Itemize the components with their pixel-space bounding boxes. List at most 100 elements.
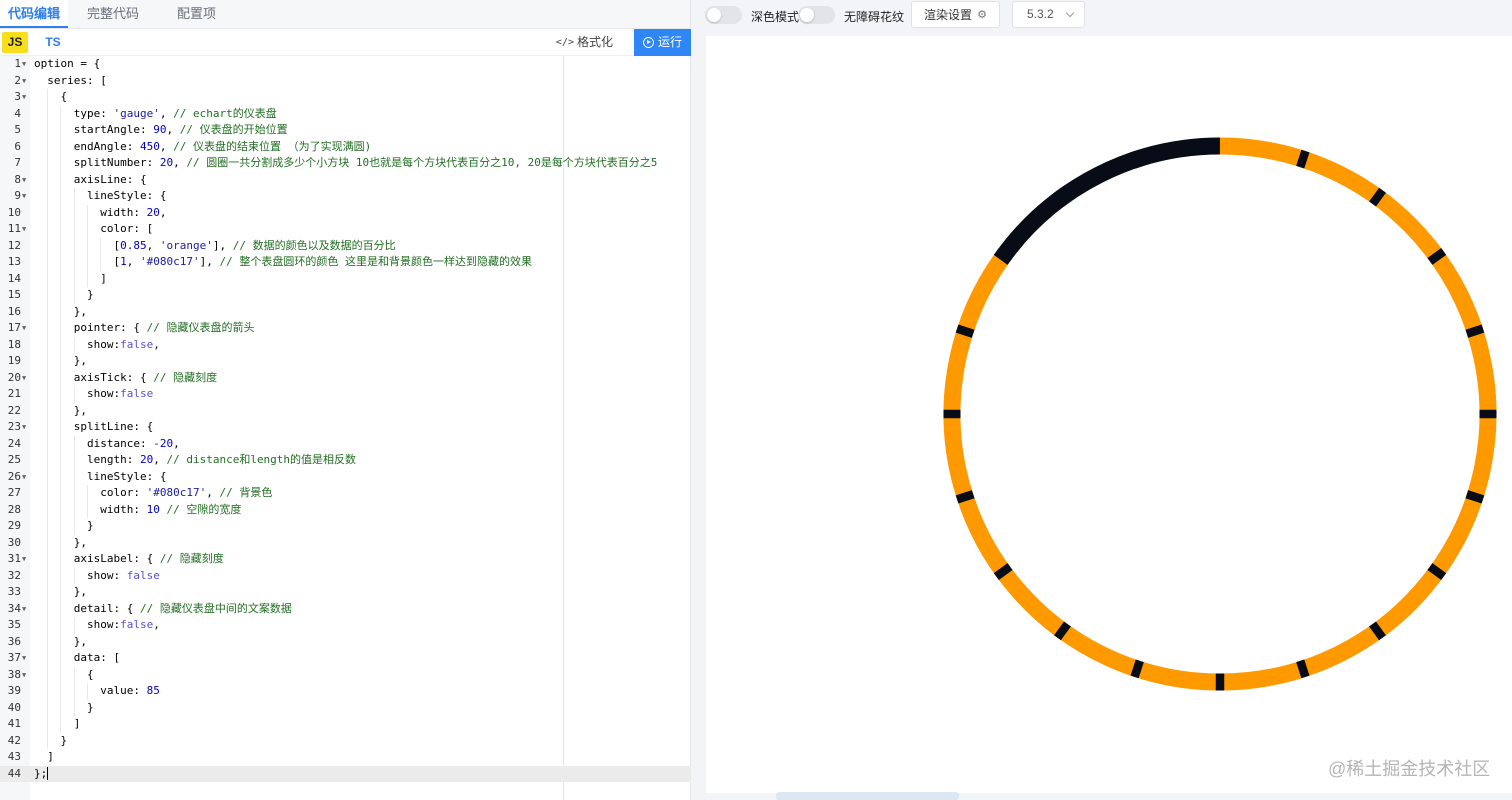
line-number: 44: [7, 766, 21, 780]
code-text: splitNumber: 20, // 圆圈一共分割成多少个小方块 10也就是每…: [34, 156, 658, 169]
code-line: 31 ▼ axisLabel: { // 隐藏刻度: [0, 551, 691, 568]
line-number: 17: [7, 321, 21, 334]
line-number: 25: [7, 453, 21, 466]
fold-toggle-icon[interactable]: ▼: [22, 172, 26, 189]
code-line: 13 [1, '#080c17'], // 整个表盘圆环的颜色 这里是和背景颜色…: [0, 254, 691, 271]
fold-toggle-icon[interactable]: ▼: [22, 667, 26, 684]
line-number: 10: [7, 205, 21, 219]
chart-canvas[interactable]: @稀土掘金技术社区: [706, 36, 1512, 793]
line-number: 9: [14, 189, 21, 202]
line-number: 37: [7, 651, 21, 664]
code-line: 19 },: [0, 353, 691, 370]
line-number: 11: [7, 222, 21, 235]
code-text: width: 10 // 空隙的宽度: [34, 502, 242, 516]
line-number: 13: [7, 255, 21, 268]
code-line: 21 show:false: [0, 386, 691, 403]
code-text: },: [34, 634, 87, 648]
line-number: 15: [7, 288, 21, 301]
gauge-split-line: [1465, 490, 1485, 504]
code-line: 43 ]: [0, 749, 691, 766]
accessible-pattern-toggle[interactable]: [798, 6, 835, 24]
code-text: {: [34, 90, 68, 103]
line-number: 14: [7, 271, 21, 285]
line-number: 29: [7, 519, 21, 532]
tab-full-code[interactable]: 完整代码: [68, 0, 158, 28]
fold-toggle-icon[interactable]: ▼: [22, 370, 26, 387]
gauge-split-line: [1130, 149, 1144, 169]
fold-toggle-icon[interactable]: ▼: [22, 419, 26, 436]
code-line: 14 ]: [0, 270, 691, 287]
code-line: 8 ▼ axisLine: {: [0, 171, 691, 189]
lang-js-button[interactable]: JS: [2, 32, 28, 53]
code-line: 17 ▼ pointer: { // 隐藏仪表盘的箭头: [0, 320, 691, 337]
horizontal-scrollbar[interactable]: [776, 792, 959, 800]
tab-config[interactable]: 配置项: [158, 0, 235, 28]
gauge-split-line: [1130, 659, 1144, 679]
code-text: }: [34, 733, 68, 747]
code-line: 6 endAngle: 450, // 仪表盘的结束位置 （为了实现满圆): [0, 138, 691, 155]
version-select[interactable]: 5.3.2: [1012, 1, 1085, 28]
fold-toggle-icon[interactable]: ▼: [22, 221, 26, 238]
line-number: 6: [14, 139, 21, 153]
code-text: axisTick: { // 隐藏刻度: [34, 370, 218, 384]
fold-toggle-icon[interactable]: ▼: [22, 188, 26, 205]
render-settings-button[interactable]: 渲染设置 ⚙: [911, 1, 1000, 28]
render-settings-label: 渲染设置: [924, 8, 973, 22]
line-number: 42: [7, 733, 21, 747]
fold-toggle-icon[interactable]: ▼: [22, 89, 26, 106]
format-label: 格式化: [576, 35, 613, 49]
play-icon: [642, 37, 654, 48]
text-caret: [47, 767, 49, 780]
line-number: 16: [7, 304, 21, 318]
code-line: 10 width: 20,: [0, 204, 691, 221]
lang-ts-button[interactable]: TS: [39, 32, 67, 53]
tab-code-edit[interactable]: 代码编辑: [0, 0, 69, 28]
code-text: width: 20,: [34, 205, 167, 219]
fold-toggle-icon[interactable]: ▼: [22, 650, 26, 667]
gauge-split-line: [955, 490, 975, 504]
code-editor[interactable]: 1 ▼ option = {2 ▼ series: [3 ▼ {4 type: 'gau…: [0, 56, 691, 800]
code-text: [0.85, 'orange'], // 数据的颜色以及数据的百分比: [34, 238, 396, 252]
code-text: lineStyle: {: [34, 189, 167, 202]
line-number: 43: [7, 750, 21, 763]
fold-toggle-icon[interactable]: ▼: [22, 73, 26, 90]
code-line: 24 distance: -20,: [0, 435, 691, 452]
code-line: 42 }: [0, 732, 691, 749]
line-number: 27: [7, 486, 21, 499]
dark-mode-toggle[interactable]: [705, 6, 742, 24]
preview-toolbar: 深色模式 无障碍花纹 渲染设置 ⚙ 5.3.2: [692, 0, 1512, 30]
fold-toggle-icon[interactable]: ▼: [22, 601, 26, 618]
code-text: }: [34, 700, 94, 714]
line-number: 36: [7, 634, 21, 648]
code-text: lineStyle: {: [34, 469, 167, 483]
code-text: series: [: [34, 73, 107, 87]
gauge-remainder-arc: [996, 137, 1220, 262]
run-button[interactable]: 运行: [634, 29, 691, 56]
line-number: 31: [7, 552, 21, 565]
code-text: },: [34, 354, 87, 367]
line-number: 33: [7, 585, 21, 598]
line-number: 1: [14, 57, 21, 70]
code-icon: </>: [555, 37, 574, 48]
code-line: 4 type: 'gauge', // echart的仪表盘: [0, 105, 691, 122]
code-line: 33 },: [0, 584, 691, 601]
code-line: 40 }: [0, 699, 691, 716]
code-text: show: false: [34, 568, 160, 582]
code-line: 28 width: 10 // 空隙的宽度: [0, 501, 691, 518]
format-button[interactable]: </> 格式化: [556, 29, 613, 56]
watermark: @稀土掘金技术社区: [1328, 759, 1491, 779]
fold-toggle-icon[interactable]: ▼: [22, 320, 26, 337]
fold-toggle-icon[interactable]: ▼: [22, 551, 26, 568]
code-line: 15 }: [0, 287, 691, 304]
fold-toggle-icon[interactable]: ▼: [22, 469, 26, 486]
code-line: 34 ▼ detail: { // 隐藏仪表盘中间的文案数据: [0, 600, 691, 618]
fold-toggle-icon[interactable]: ▼: [22, 56, 26, 73]
editor-tabs: 代码编辑 完整代码 配置项: [0, 0, 690, 29]
code-text: show:false,: [34, 337, 160, 351]
chevron-down-icon: [1065, 8, 1075, 18]
code-line: 38 ▼ {: [0, 666, 691, 684]
line-number: 7: [14, 156, 21, 169]
code-text: color: '#080c17', // 背景色: [34, 486, 273, 499]
code-text: startAngle: 90, // 仪表盘的开始位置: [34, 123, 288, 136]
line-number: 3: [14, 90, 21, 103]
